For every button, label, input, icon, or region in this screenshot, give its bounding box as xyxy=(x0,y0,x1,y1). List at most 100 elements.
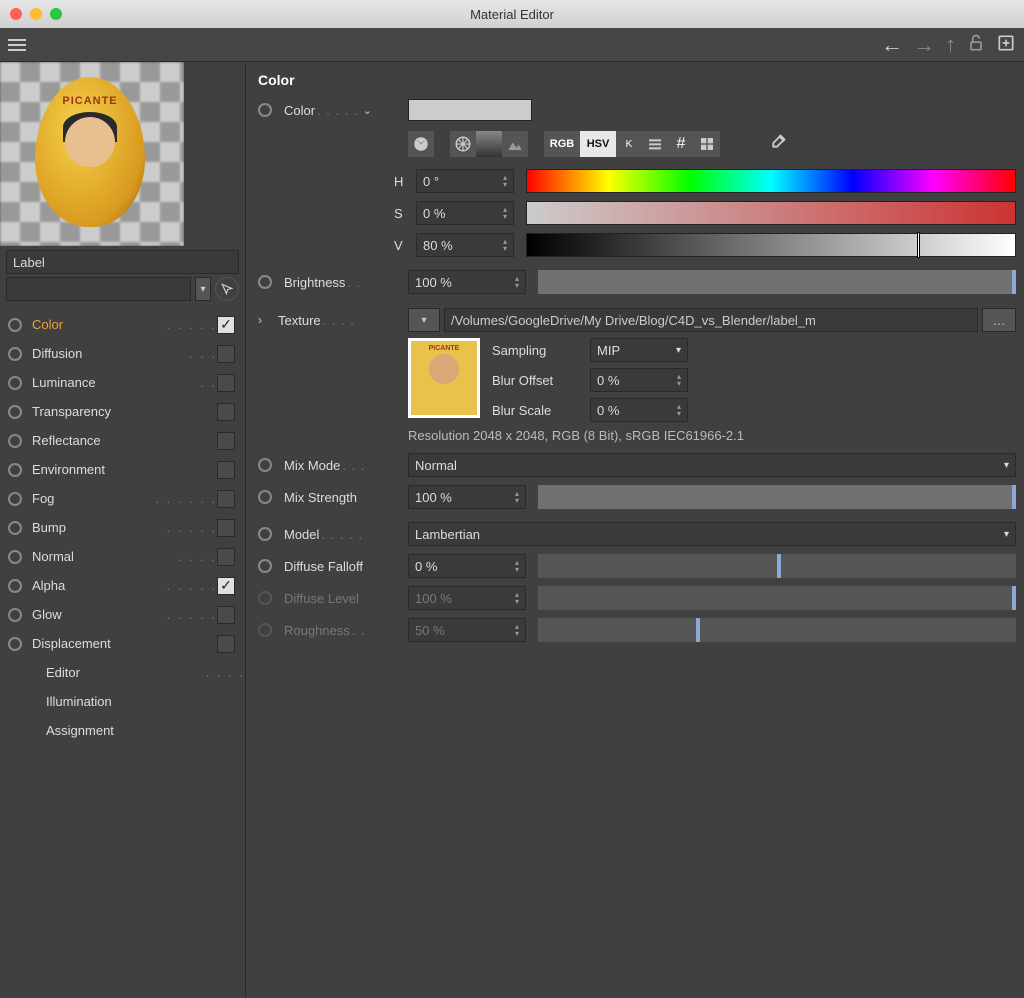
channel-transparency[interactable]: Transparency xyxy=(4,397,245,426)
channel-glow[interactable]: Glow . . . . . xyxy=(4,600,245,629)
texture-browse-button[interactable]: … xyxy=(982,308,1016,332)
channel-label: Luminance xyxy=(32,375,200,390)
swatches-icon[interactable] xyxy=(694,131,720,157)
kelvin-mode-button[interactable]: K xyxy=(616,131,642,157)
channel-displacement[interactable]: Displacement xyxy=(4,629,245,658)
texture-path-field[interactable]: /Volumes/GoogleDrive/My Drive/Blog/C4D_v… xyxy=(444,308,978,332)
channel-checkbox[interactable] xyxy=(217,635,235,653)
image-icon[interactable] xyxy=(502,131,528,157)
channel-checkbox[interactable] xyxy=(217,461,235,479)
channel-radio[interactable] xyxy=(8,521,22,535)
channel-radio[interactable] xyxy=(8,347,22,361)
channel-label: Assignment xyxy=(46,723,245,738)
channel-color[interactable]: Color . . . . .✓ xyxy=(4,310,245,339)
color-wheel-icon[interactable] xyxy=(408,131,434,157)
menu-icon[interactable] xyxy=(8,39,26,51)
channel-bump[interactable]: Bump . . . . . xyxy=(4,513,245,542)
channel-checkbox[interactable] xyxy=(217,345,235,363)
sampling-select[interactable]: MIP▾ xyxy=(590,338,688,362)
channel-radio[interactable] xyxy=(8,434,22,448)
channel-diffusion[interactable]: Diffusion . . . xyxy=(4,339,245,368)
layer-dropdown-icon[interactable]: ▾ xyxy=(195,277,211,301)
val-slider[interactable] xyxy=(526,233,1016,257)
brightness-anim-toggle[interactable] xyxy=(258,275,272,289)
rgb-mode-button[interactable]: RGB xyxy=(544,131,580,157)
color-anim-toggle[interactable] xyxy=(258,103,272,117)
mixstrength-slider[interactable] xyxy=(538,485,1016,509)
hsv-mode-button[interactable]: HSV xyxy=(580,131,616,157)
falloff-anim-toggle[interactable] xyxy=(258,559,272,573)
model-select[interactable]: Lambertian▾ xyxy=(408,522,1016,546)
channel-radio[interactable] xyxy=(8,579,22,593)
channel-assignment[interactable]: Assignment xyxy=(4,716,245,745)
hue-slider[interactable] xyxy=(526,169,1016,193)
gradient-icon[interactable] xyxy=(476,131,502,157)
sat-field[interactable]: 0 %▴▾ xyxy=(416,201,514,225)
channel-checkbox[interactable]: ✓ xyxy=(217,316,235,334)
channel-radio[interactable] xyxy=(8,405,22,419)
model-anim-toggle[interactable] xyxy=(258,527,272,541)
channel-label: Bump xyxy=(32,520,166,535)
falloff-field[interactable]: 0 %▴▾ xyxy=(408,554,526,578)
channel-checkbox[interactable] xyxy=(217,403,235,421)
spectrum-icon[interactable] xyxy=(450,131,476,157)
channel-checkbox[interactable] xyxy=(217,548,235,566)
lock-icon[interactable] xyxy=(966,33,986,56)
texture-dropdown-button[interactable]: ▾ xyxy=(408,308,440,332)
channel-radio[interactable] xyxy=(8,637,22,651)
diffuselevel-field: 100 %▴▾ xyxy=(408,586,526,610)
back-icon[interactable]: ← xyxy=(881,32,903,58)
falloff-slider[interactable] xyxy=(538,554,1016,578)
channel-normal[interactable]: Normal . . . . xyxy=(4,542,245,571)
material-name-field[interactable]: Label xyxy=(6,250,239,274)
color-swatch[interactable] xyxy=(408,99,532,121)
mixstrength-anim-toggle[interactable] xyxy=(258,490,272,504)
window-title: Material Editor xyxy=(0,7,1024,22)
texture-thumbnail[interactable]: PICANTE xyxy=(408,338,480,418)
mixmode-select[interactable]: Normal▾ xyxy=(408,453,1016,477)
blur-scale-field[interactable]: 0 %▴▾ xyxy=(590,398,688,422)
chevron-down-icon[interactable]: ⌄ xyxy=(363,104,372,117)
hue-field[interactable]: 0 °▴▾ xyxy=(416,169,514,193)
mixstrength-field[interactable]: 100 %▴▾ xyxy=(408,485,526,509)
brightness-field[interactable]: 100 %▴▾ xyxy=(408,270,526,294)
add-icon[interactable] xyxy=(996,33,1016,56)
channel-checkbox[interactable] xyxy=(217,490,235,508)
picker-icon[interactable] xyxy=(215,277,239,301)
mixer-icon[interactable] xyxy=(642,131,668,157)
diffuselevel-label: Diffuse Level xyxy=(284,591,359,606)
channel-radio[interactable] xyxy=(8,463,22,477)
channel-radio[interactable] xyxy=(8,608,22,622)
channel-label: Editor xyxy=(46,665,206,680)
channel-radio[interactable] xyxy=(8,376,22,390)
channel-radio[interactable] xyxy=(8,318,22,332)
channel-checkbox[interactable]: ✓ xyxy=(217,577,235,595)
material-preview[interactable]: PICANTE xyxy=(0,62,184,246)
hex-icon[interactable]: # xyxy=(668,131,694,157)
channel-checkbox[interactable] xyxy=(217,519,235,537)
channel-checkbox[interactable] xyxy=(217,374,235,392)
channel-illumination[interactable]: Illumination xyxy=(4,687,245,716)
channel-checkbox[interactable] xyxy=(217,432,235,450)
val-field[interactable]: 80 %▴▾ xyxy=(416,233,514,257)
blur-offset-field[interactable]: 0 %▴▾ xyxy=(590,368,688,392)
channel-luminance[interactable]: Luminance . . xyxy=(4,368,245,397)
channel-fog[interactable]: Fog . . . . . . xyxy=(4,484,245,513)
channel-radio[interactable] xyxy=(8,492,22,506)
up-icon[interactable]: ↑ xyxy=(945,32,956,58)
layer-select[interactable] xyxy=(6,277,191,301)
texture-label: Texture xyxy=(278,313,321,328)
sat-slider[interactable] xyxy=(526,201,1016,225)
channel-editor[interactable]: Editor . . . . xyxy=(4,658,245,687)
channel-checkbox[interactable] xyxy=(217,606,235,624)
brightness-slider[interactable] xyxy=(538,270,1016,294)
channel-environment[interactable]: Environment xyxy=(4,455,245,484)
channel-alpha[interactable]: Alpha . . . . .✓ xyxy=(4,571,245,600)
texture-disclose-icon[interactable]: › xyxy=(258,313,272,327)
channel-reflectance[interactable]: Reflectance xyxy=(4,426,245,455)
eyedropper-icon[interactable] xyxy=(766,132,788,157)
forward-icon[interactable]: → xyxy=(913,32,935,58)
mixmode-label: Mix Mode xyxy=(284,458,340,473)
mixmode-anim-toggle[interactable] xyxy=(258,458,272,472)
channel-radio[interactable] xyxy=(8,550,22,564)
